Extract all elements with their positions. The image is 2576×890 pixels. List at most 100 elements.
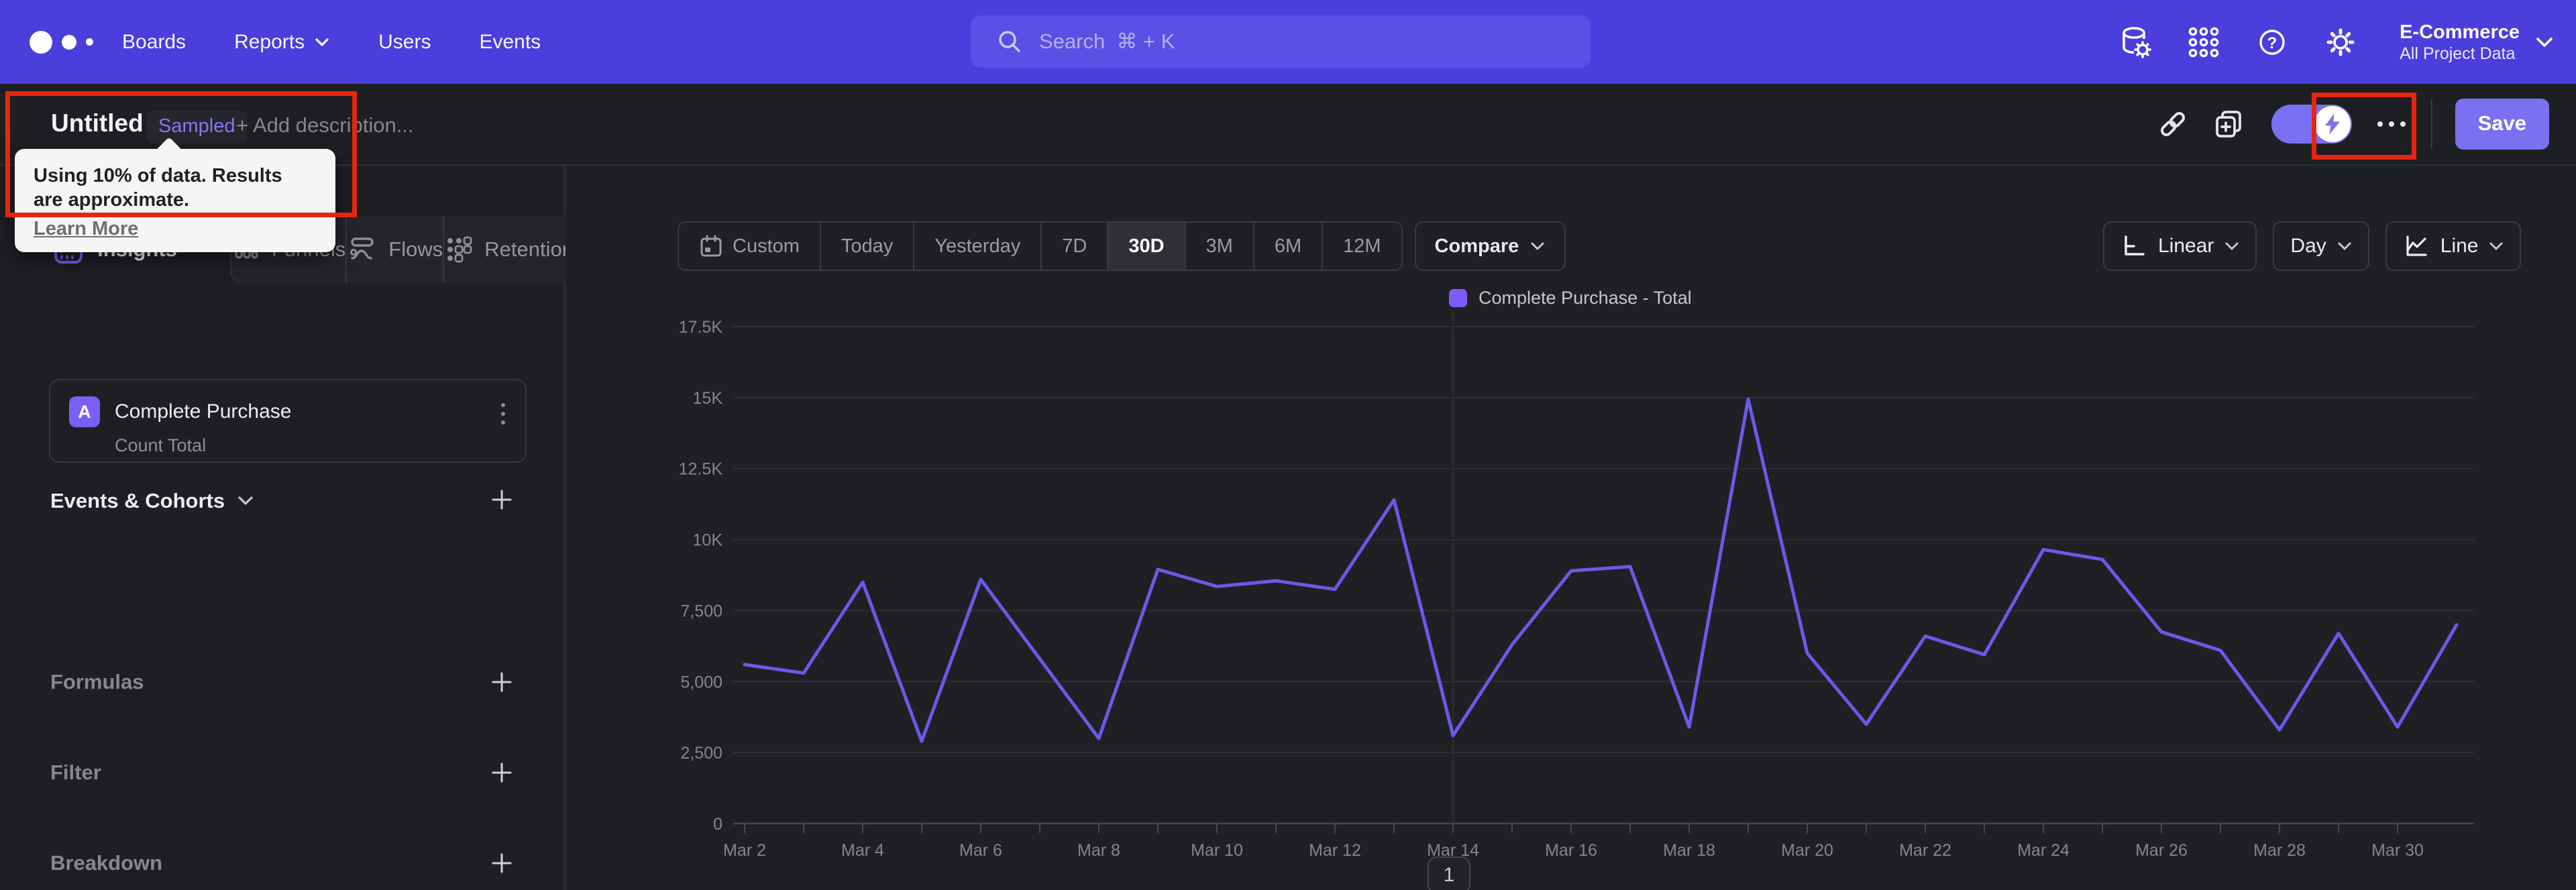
- chevron-down-icon: [2489, 242, 2503, 249]
- range-30d-selected[interactable]: 30D: [1107, 223, 1185, 270]
- svg-text:10K: 10K: [693, 531, 723, 550]
- mixpanel-logo-icon[interactable]: [30, 30, 103, 54]
- add-filter-button[interactable]: [488, 759, 515, 786]
- svg-text:Mar 6: Mar 6: [959, 841, 1002, 860]
- range-custom[interactable]: Custom: [679, 223, 820, 270]
- learn-more-link[interactable]: Learn More: [34, 218, 138, 240]
- nav-item-reports[interactable]: Reports: [234, 31, 330, 54]
- formulas-section: Formulas: [0, 670, 566, 697]
- search-input[interactable]: [1039, 30, 1562, 54]
- svg-text:Mar 30: Mar 30: [2371, 841, 2424, 860]
- event-metric[interactable]: Count Total: [115, 435, 206, 456]
- sampled-badge[interactable]: Sampled: [146, 111, 248, 144]
- interval-dropdown[interactable]: Day: [2273, 221, 2369, 271]
- series-letter-badge: A: [69, 396, 100, 427]
- report-title-bar: Untitled Sampled + Add description... Sa…: [0, 84, 2576, 166]
- project-name: E-Commerce: [2400, 21, 2520, 43]
- svg-text:Mar 16: Mar 16: [1545, 841, 1597, 860]
- event-name[interactable]: Complete Purchase: [115, 400, 291, 423]
- chevron-down-icon: [2338, 242, 2351, 249]
- svg-text:5,000: 5,000: [680, 673, 722, 691]
- filter-section: Filter: [0, 761, 566, 787]
- svg-text:17.5K: 17.5K: [679, 318, 723, 337]
- add-formula-button[interactable]: [488, 669, 515, 696]
- chart-panel: Custom Today Yesterday 7D 30D 3M 6M 12M …: [566, 166, 2576, 890]
- chevron-down-icon: [2225, 242, 2239, 249]
- primary-nav: Boards Reports Users Events: [122, 31, 541, 54]
- event-card-complete-purchase[interactable]: A Complete Purchase Count Total: [49, 379, 527, 463]
- line-chart: 0 2,500 5,000 7,500 10K 12.5K 15K 17.5K Mar 2 Mar…: [566, 285, 2576, 890]
- sampling-toggle[interactable]: [2271, 105, 2352, 144]
- tooltip-text: Using 10% of data. Results are approxima…: [34, 165, 282, 211]
- svg-text:Mar 4: Mar 4: [841, 841, 884, 860]
- data-management-icon[interactable]: [2116, 23, 2154, 61]
- svg-text:Mar 28: Mar 28: [2253, 841, 2306, 860]
- add-description-field[interactable]: + Add description...: [236, 113, 414, 137]
- duplicate-add-icon[interactable]: [2210, 105, 2249, 144]
- nav-right-cluster: ? E-Commerce All Project Data: [2116, 0, 2555, 84]
- svg-text:Mar 22: Mar 22: [1899, 841, 1951, 860]
- range-3m[interactable]: 3M: [1184, 223, 1253, 270]
- svg-text:?: ?: [2267, 34, 2277, 52]
- chevron-down-icon: [1531, 242, 1544, 250]
- svg-text:Mar 24: Mar 24: [2017, 841, 2070, 860]
- linear-axis-icon: [2125, 235, 2145, 256]
- apps-grid-icon[interactable]: [2185, 23, 2222, 61]
- svg-text:Mar 18: Mar 18: [1663, 841, 1715, 860]
- svg-text:15K: 15K: [693, 389, 723, 408]
- event-options-icon[interactable]: [498, 400, 508, 427]
- breakdown-section: Breakdown: [0, 851, 566, 878]
- range-today[interactable]: Today: [819, 223, 913, 270]
- app-window: Boards Reports Users Events Search ⌘ + K…: [0, 0, 2576, 890]
- lightning-icon: [2324, 113, 2340, 135]
- settings-gear-icon[interactable]: [2322, 23, 2359, 61]
- chart-view-options: Linear Day Line: [2103, 221, 2522, 271]
- retention-grid-icon: [447, 236, 472, 263]
- range-6m[interactable]: 6M: [1252, 223, 1322, 270]
- svg-text:Mar 8: Mar 8: [1077, 841, 1120, 860]
- title-bar-actions: Save: [2153, 84, 2549, 164]
- project-scope: All Project Data: [2400, 44, 2516, 64]
- scale-dropdown[interactable]: Linear: [2103, 221, 2257, 271]
- chart-type-dropdown[interactable]: Line: [2385, 221, 2522, 271]
- svg-text:2,500: 2,500: [680, 744, 722, 763]
- search-bar[interactable]: [971, 15, 1591, 68]
- line-chart-icon: [2406, 235, 2427, 256]
- chart-page-button[interactable]: 1: [1428, 856, 1470, 890]
- tab-retention[interactable]: Retention: [444, 216, 574, 283]
- flows-icon: [350, 237, 374, 260]
- svg-text:7,500: 7,500: [680, 602, 722, 620]
- divider: [2430, 99, 2432, 149]
- help-icon[interactable]: ?: [2253, 23, 2291, 61]
- query-builder-sidebar: Insights Funnels: [0, 166, 574, 890]
- compare-button[interactable]: Compare: [1414, 221, 1566, 271]
- range-7d[interactable]: 7D: [1040, 223, 1107, 270]
- save-button[interactable]: Save: [2455, 99, 2549, 150]
- date-range-controls: Custom Today Yesterday 7D 30D 3M 6M 12M …: [678, 221, 1566, 271]
- range-12m[interactable]: 12M: [1322, 223, 1401, 270]
- date-range-segmented-control: Custom Today Yesterday 7D 30D 3M 6M 12M: [678, 221, 1403, 271]
- copy-link-icon[interactable]: [2153, 105, 2192, 144]
- report-title[interactable]: Untitled: [51, 109, 144, 137]
- svg-text:Mar 12: Mar 12: [1309, 841, 1361, 860]
- nav-item-boards[interactable]: Boards: [122, 31, 186, 54]
- svg-text:Mar 26: Mar 26: [2135, 841, 2188, 860]
- toggle-knob: [2314, 106, 2351, 142]
- sampling-tooltip: Using 10% of data. Results are approxima…: [15, 149, 335, 252]
- chevron-down-icon: [315, 38, 329, 46]
- add-breakdown-button[interactable]: [488, 850, 515, 877]
- top-nav: Boards Reports Users Events Search ⌘ + K…: [0, 0, 2576, 84]
- nav-item-users[interactable]: Users: [378, 31, 431, 54]
- svg-text:Mar 10: Mar 10: [1191, 841, 1243, 860]
- project-selector[interactable]: E-Commerce All Project Data: [2400, 20, 2555, 64]
- svg-text:Mar 2: Mar 2: [723, 841, 766, 860]
- tab-flows[interactable]: Flows: [347, 216, 445, 283]
- chevron-down-icon: [2536, 37, 2553, 47]
- more-options-icon[interactable]: [2372, 121, 2411, 127]
- svg-text:12.5K: 12.5K: [679, 460, 723, 479]
- calendar-icon: [700, 235, 722, 257]
- range-yesterday[interactable]: Yesterday: [913, 223, 1040, 270]
- nav-item-events[interactable]: Events: [479, 31, 541, 54]
- svg-text:Mar 20: Mar 20: [1781, 841, 1833, 860]
- svg-text:0: 0: [713, 815, 722, 834]
